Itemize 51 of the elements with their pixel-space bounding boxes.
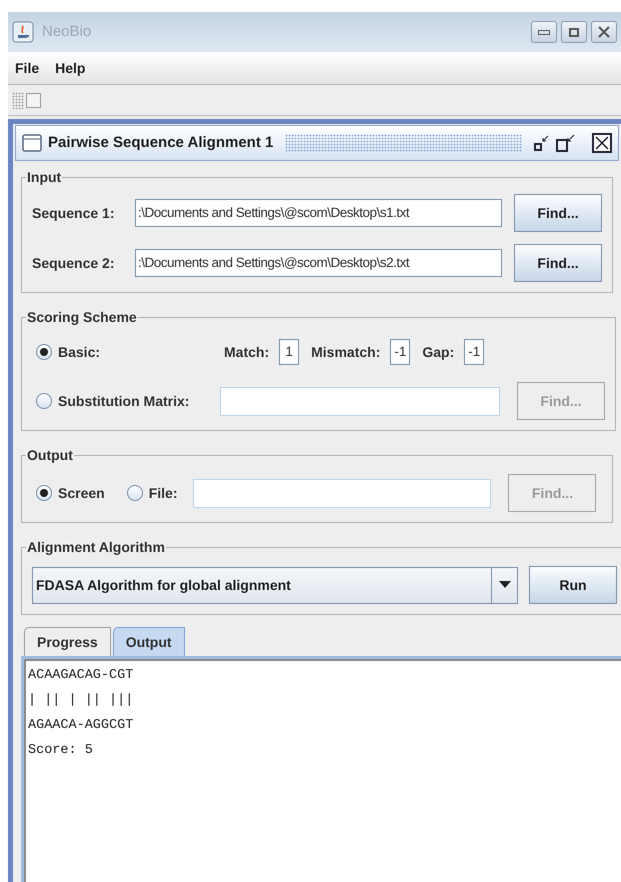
radio-button[interactable]	[36, 485, 52, 501]
maximize-button[interactable]	[561, 21, 587, 43]
matrix-file-field[interactable]	[220, 386, 500, 416]
java-cup-icon	[12, 21, 34, 43]
option-label: File:	[148, 484, 178, 502]
output-text-area[interactable]: ACAAGACAG-CGT | || | || ||| AGAACA-AGGCGT Score: 5	[24, 659, 621, 882]
close-icon	[598, 26, 610, 38]
tab[interactable]: Progress	[24, 627, 111, 656]
restore-icon[interactable]	[556, 134, 576, 152]
find-button[interactable]: Find...	[514, 244, 602, 282]
field-label: Sequence 2:	[32, 254, 116, 273]
result-line: ACAAGACAG-CGT	[28, 667, 134, 684]
tab[interactable]: Output	[112, 627, 185, 656]
radio-button[interactable]	[36, 344, 52, 360]
window-icon	[22, 134, 42, 152]
param-label: Gap:	[422, 342, 454, 362]
file-path-field[interactable]: :\Documents and Settings\@scom\Desktop\s1.txt	[135, 199, 502, 227]
result-line: | || | || |||	[28, 692, 134, 709]
option-label: Substitution Matrix:	[58, 392, 190, 410]
file-path-field[interactable]: :\Documents and Settings\@scom\Desktop\s2.txt	[135, 249, 502, 277]
find-button[interactable]: Find...	[514, 194, 602, 232]
close-icon[interactable]	[592, 133, 612, 153]
param-label: Match:	[224, 342, 270, 362]
close-button[interactable]	[591, 21, 617, 43]
option-label: Basic:	[58, 342, 102, 362]
window-title: NeoBio	[42, 22, 92, 42]
option-label: Screen	[58, 484, 105, 502]
algorithm-dropdown[interactable]: FDASA Algorithm for global alignment	[32, 566, 518, 604]
output-file-field[interactable]	[193, 478, 492, 508]
param-label: Mismatch:	[311, 342, 380, 362]
dropdown-arrow-icon	[498, 581, 510, 589]
run-button[interactable]: Run	[529, 566, 617, 604]
result-line: Score: 5	[28, 742, 94, 759]
group-title: Scoring Scheme	[26, 308, 138, 327]
minimize-button[interactable]	[531, 21, 557, 43]
number-field[interactable]: 1	[279, 339, 300, 365]
result-line: AGAACA-AGGCGT	[28, 717, 134, 734]
group-title: Alignment Algorithm	[26, 538, 166, 557]
iconify-icon[interactable]	[534, 135, 550, 151]
field-label: Sequence 1:	[32, 204, 116, 223]
group-title: Output	[26, 446, 74, 465]
toolbar-button[interactable]	[26, 92, 41, 108]
radio-button[interactable]	[126, 485, 143, 501]
frame-title: Pairwise Sequence Alignment 1	[48, 132, 274, 153]
group-title: Input	[26, 168, 62, 187]
menu-item[interactable]: Help	[55, 58, 86, 78]
toolbar-grip-icon	[12, 92, 24, 108]
number-field[interactable]: -1	[390, 339, 410, 365]
menu-item[interactable]: File	[15, 58, 40, 78]
radio-button[interactable]	[36, 393, 52, 409]
number-field[interactable]: -1	[464, 339, 484, 365]
